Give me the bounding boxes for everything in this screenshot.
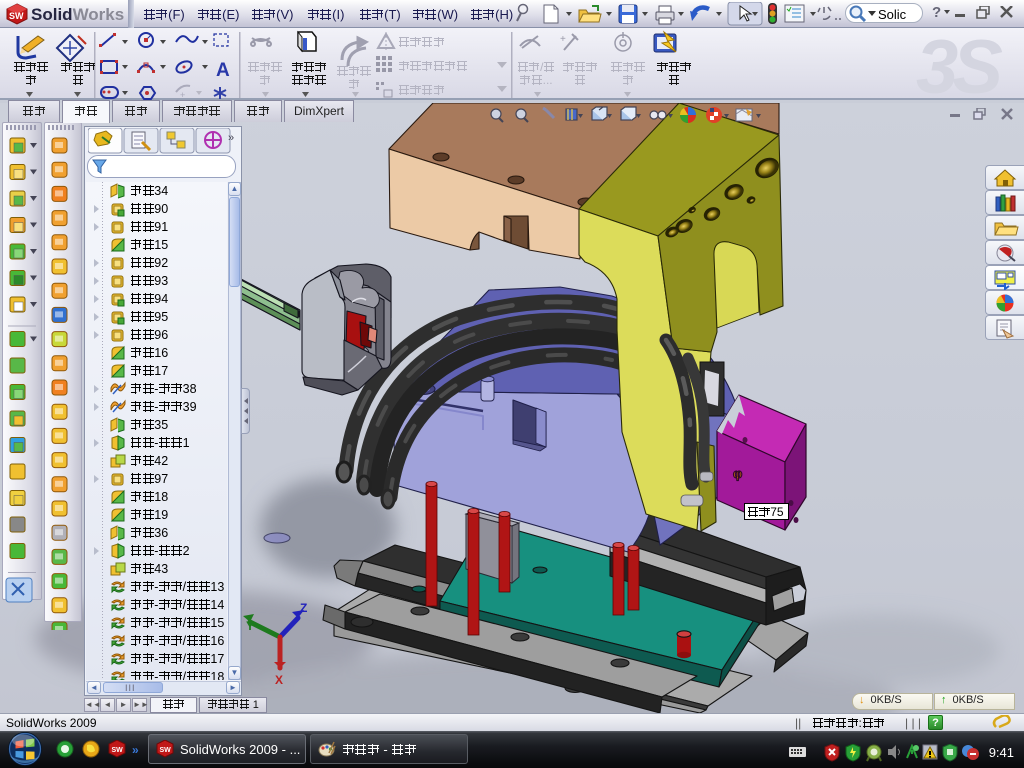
svg-text:A: A [216, 60, 230, 81]
svg-text:X: X [275, 673, 283, 687]
svg-text:»: » [132, 743, 139, 757]
svg-text:Y: Y [246, 619, 254, 633]
svg-text:SW: SW [9, 11, 24, 21]
svg-text:Z: Z [300, 601, 307, 615]
svg-text:φ: φ [733, 466, 742, 481]
svg-text:SW: SW [160, 747, 172, 754]
svg-text:SW: SW [112, 747, 124, 754]
svg-text:+: + [560, 34, 566, 45]
